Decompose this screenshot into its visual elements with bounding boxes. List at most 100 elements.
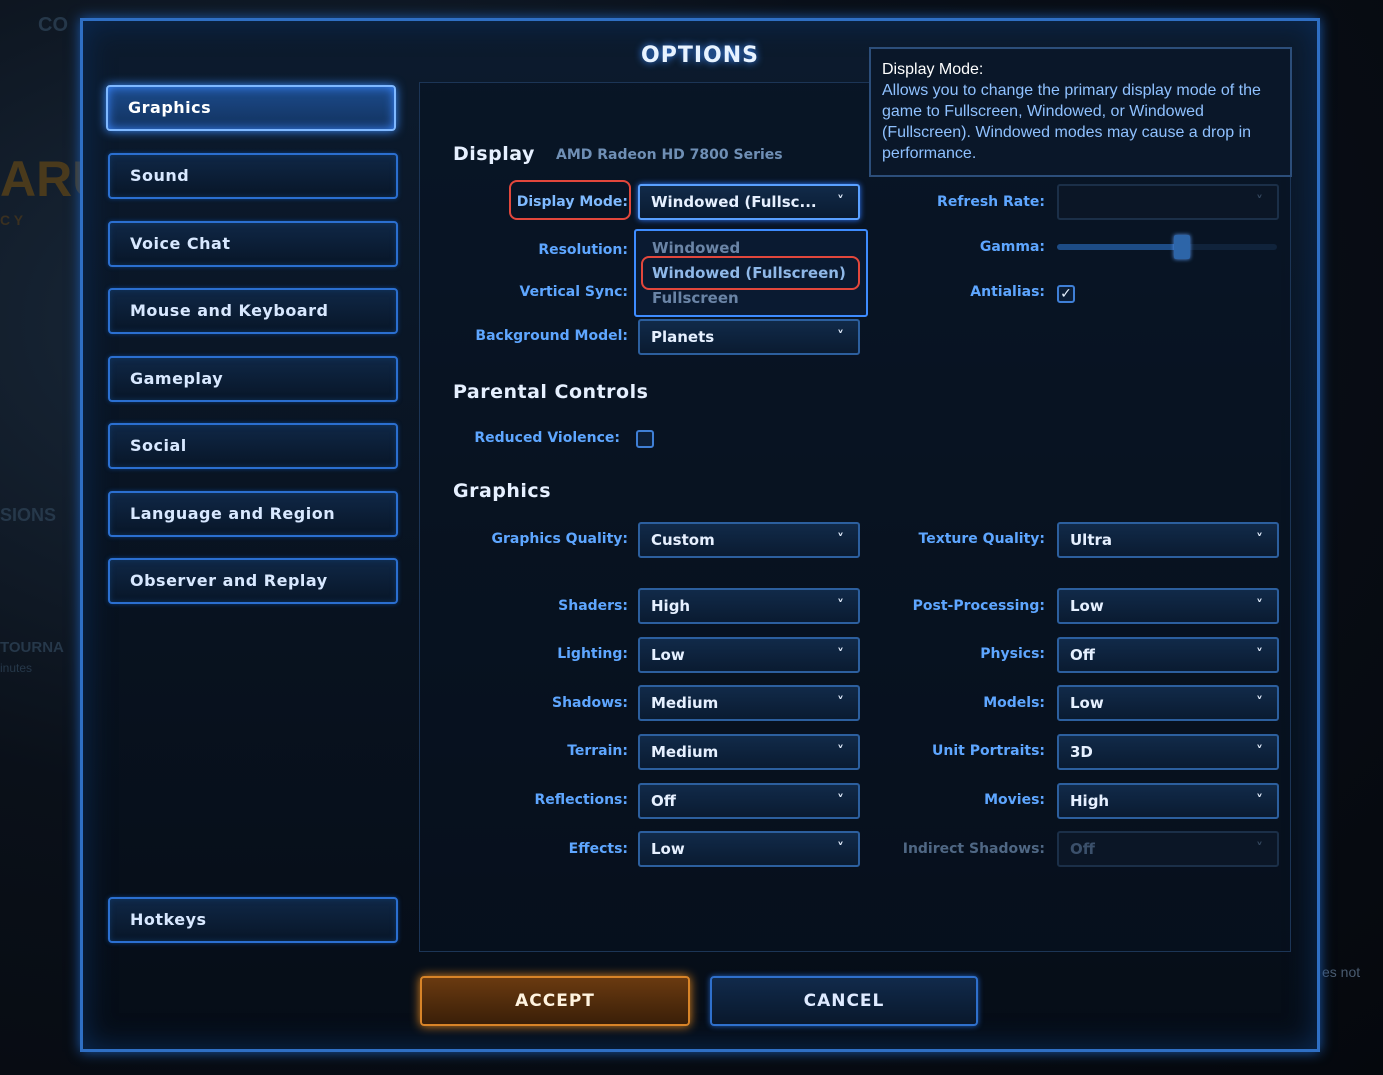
effects-dropdown[interactable]: Low ˅ bbox=[638, 831, 860, 867]
nav-social[interactable]: Social bbox=[108, 423, 398, 469]
indirect-shadows-label: Indirect Shadows: bbox=[902, 841, 1045, 857]
vsync-label: Vertical Sync: bbox=[519, 284, 628, 300]
bg-fragment-footer: es not bbox=[1322, 964, 1361, 980]
nav-hotkeys[interactable]: Hotkeys bbox=[108, 897, 398, 943]
indirect-shadows-value: Off bbox=[1070, 840, 1095, 858]
bg-fragment-minutes: inutes bbox=[0, 661, 33, 675]
display-mode-tooltip: Display Mode: Allows you to change the p… bbox=[869, 47, 1292, 177]
models-dropdown[interactable]: Low ˅ bbox=[1057, 685, 1279, 721]
unit-portraits-dropdown[interactable]: 3D ˅ bbox=[1057, 734, 1279, 770]
reduced-violence-label: Reduced Violence: bbox=[474, 430, 620, 446]
nav-language-region[interactable]: Language and Region bbox=[108, 491, 398, 537]
unit-portraits-label: Unit Portraits: bbox=[932, 743, 1045, 759]
bg-fragment-cy: C Y bbox=[0, 212, 24, 228]
lighting-dropdown[interactable]: Low ˅ bbox=[638, 637, 860, 673]
post-processing-value: Low bbox=[1070, 597, 1104, 615]
reflections-label: Reflections: bbox=[534, 792, 628, 808]
graphics-quality-dropdown[interactable]: Custom ˅ bbox=[638, 522, 860, 558]
nav-mouse-keyboard[interactable]: Mouse and Keyboard bbox=[108, 288, 398, 334]
models-label: Models: bbox=[983, 695, 1045, 711]
chevron-down-icon: ˅ bbox=[1256, 532, 1263, 548]
texture-quality-value: Ultra bbox=[1070, 531, 1113, 549]
chevron-down-icon: ˅ bbox=[1256, 647, 1263, 663]
background-model-label: Background Model: bbox=[475, 328, 628, 344]
shadows-label: Shadows: bbox=[551, 695, 628, 711]
bg-fragment-sions: SIONS bbox=[0, 505, 57, 525]
nav-sound[interactable]: Sound bbox=[108, 153, 398, 199]
display-mode-value: Windowed (Fullsc... bbox=[651, 193, 817, 211]
option-fullscreen[interactable]: Fullscreen bbox=[652, 289, 739, 307]
physics-dropdown[interactable]: Off ˅ bbox=[1057, 637, 1279, 673]
reduced-violence-checkbox[interactable] bbox=[636, 430, 654, 448]
gamma-slider[interactable] bbox=[1057, 235, 1277, 259]
chevron-down-icon: ˅ bbox=[837, 793, 844, 809]
texture-quality-label: Texture Quality: bbox=[918, 531, 1045, 547]
refresh-rate-dropdown[interactable]: ˅ bbox=[1057, 184, 1279, 220]
gamma-label: Gamma: bbox=[979, 239, 1045, 255]
tooltip-body: Allows you to change the primary display… bbox=[882, 82, 1261, 162]
chevron-down-icon: ˅ bbox=[1256, 695, 1263, 711]
gamma-slider-thumb[interactable] bbox=[1174, 235, 1190, 259]
chevron-down-icon: ˅ bbox=[837, 695, 844, 711]
chevron-down-icon: ˅ bbox=[1256, 598, 1263, 614]
chevron-down-icon: ˅ bbox=[837, 194, 844, 210]
nav-observer-replay[interactable]: Observer and Replay bbox=[108, 558, 398, 604]
graphics-section-title: Graphics bbox=[453, 480, 551, 502]
chevron-down-icon: ˅ bbox=[837, 647, 844, 663]
selected-option-highlight bbox=[641, 256, 860, 290]
physics-value: Off bbox=[1070, 646, 1095, 664]
terrain-label: Terrain: bbox=[567, 743, 628, 759]
display-mode-dropdown[interactable]: Windowed (Fullsc... ˅ bbox=[638, 184, 860, 220]
nav-graphics[interactable]: Graphics bbox=[106, 85, 396, 131]
nav-gameplay[interactable]: Gameplay bbox=[108, 356, 398, 402]
chevron-down-icon: ˅ bbox=[1256, 744, 1263, 760]
bg-fragment-tourna: TOURNA bbox=[0, 639, 64, 656]
graphics-quality-label: Graphics Quality: bbox=[491, 531, 628, 547]
texture-quality-dropdown[interactable]: Ultra ˅ bbox=[1057, 522, 1279, 558]
terrain-value: Medium bbox=[651, 743, 719, 761]
background-model-value: Planets bbox=[651, 328, 715, 346]
shadows-value: Medium bbox=[651, 694, 719, 712]
cancel-button[interactable]: CANCEL bbox=[710, 976, 978, 1026]
display-section-title: Display bbox=[453, 143, 535, 165]
physics-label: Physics: bbox=[980, 646, 1045, 662]
movies-value: High bbox=[1070, 792, 1110, 810]
post-processing-dropdown[interactable]: Low ˅ bbox=[1057, 588, 1279, 624]
parental-section-title: Parental Controls bbox=[453, 381, 649, 403]
gpu-name: AMD Radeon HD 7800 Series bbox=[556, 147, 783, 163]
models-value: Low bbox=[1070, 694, 1104, 712]
reflections-value: Off bbox=[651, 792, 676, 810]
accept-button[interactable]: ACCEPT bbox=[420, 976, 690, 1026]
chevron-down-icon: ˅ bbox=[837, 744, 844, 760]
shadows-dropdown[interactable]: Medium ˅ bbox=[638, 685, 860, 721]
chevron-down-icon: ˅ bbox=[837, 841, 844, 857]
effects-value: Low bbox=[651, 840, 685, 858]
movies-dropdown[interactable]: High ˅ bbox=[1057, 783, 1279, 819]
lighting-label: Lighting: bbox=[557, 646, 628, 662]
antialias-label: Antialias: bbox=[970, 284, 1045, 300]
option-windowed[interactable]: Windowed bbox=[652, 239, 740, 257]
gamma-slider-fill bbox=[1057, 244, 1182, 250]
antialias-checkbox[interactable]: ✓ bbox=[1057, 285, 1075, 303]
shaders-dropdown[interactable]: High ˅ bbox=[638, 588, 860, 624]
background-model-dropdown[interactable]: Planets ˅ bbox=[638, 319, 860, 355]
checkmark-icon: ✓ bbox=[1060, 286, 1072, 302]
chevron-down-icon: ˅ bbox=[1256, 194, 1263, 210]
nav-voice-chat[interactable]: Voice Chat bbox=[108, 221, 398, 267]
tooltip-title: Display Mode: bbox=[882, 61, 984, 78]
display-mode-label: Display Mode: bbox=[516, 194, 628, 210]
reflections-dropdown[interactable]: Off ˅ bbox=[638, 783, 860, 819]
unit-portraits-value: 3D bbox=[1070, 743, 1093, 761]
terrain-dropdown[interactable]: Medium ˅ bbox=[638, 734, 860, 770]
shaders-value: High bbox=[651, 597, 691, 615]
indirect-shadows-dropdown[interactable]: Off ˅ bbox=[1057, 831, 1279, 867]
chevron-down-icon: ˅ bbox=[1256, 793, 1263, 809]
effects-label: Effects: bbox=[568, 841, 628, 857]
chevron-down-icon: ˅ bbox=[837, 598, 844, 614]
movies-label: Movies: bbox=[984, 792, 1045, 808]
lighting-value: Low bbox=[651, 646, 685, 664]
refresh-rate-label: Refresh Rate: bbox=[937, 194, 1045, 210]
shaders-label: Shaders: bbox=[558, 598, 628, 614]
chevron-down-icon: ˅ bbox=[837, 329, 844, 345]
bg-fragment-top: CO bbox=[38, 14, 68, 36]
